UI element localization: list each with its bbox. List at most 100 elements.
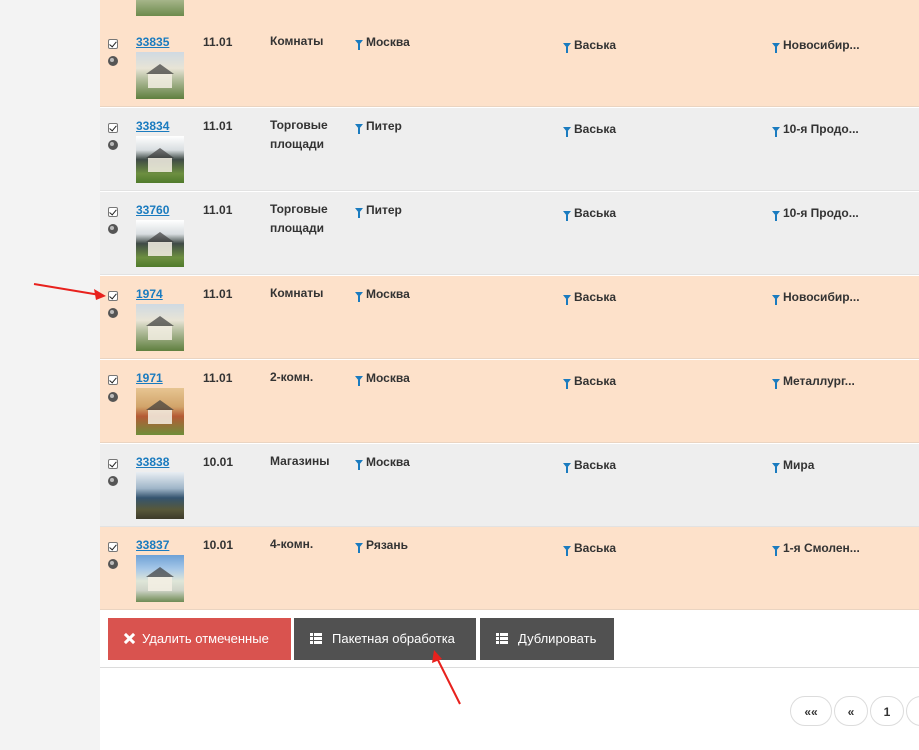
filter-icon: [563, 43, 571, 53]
filter-icon: [355, 124, 363, 134]
street-label: 10-я Продо...: [783, 122, 859, 136]
batch-processing-label: Пакетная обработка: [332, 631, 455, 646]
property-thumbnail[interactable]: [136, 220, 184, 267]
property-thumbnail[interactable]: [136, 304, 184, 351]
delete-selected-button[interactable]: Удалить отмеченные: [108, 618, 291, 660]
agent-label: Васька: [574, 458, 617, 472]
city-label: Москва: [366, 455, 410, 469]
globe-icon[interactable]: [108, 392, 118, 402]
pagination-first-button[interactable]: ««: [790, 696, 832, 726]
duplicate-label: Дублировать: [518, 631, 597, 646]
listing-id-link[interactable]: 33760: [136, 203, 169, 217]
listing-id-link[interactable]: 1971: [136, 371, 163, 385]
city-filter[interactable]: Москва: [355, 287, 410, 302]
property-thumbnail[interactable]: [136, 136, 184, 183]
agent-label: Васька: [574, 290, 617, 304]
street-filter[interactable]: 10-я Продо...: [772, 122, 859, 137]
pagination-page-button[interactable]: 1: [870, 696, 904, 726]
row-checkbox[interactable]: [108, 375, 118, 385]
filter-icon: [355, 292, 363, 302]
listing-id-link[interactable]: 33837: [136, 538, 169, 552]
listing-type: Торговые площади: [270, 118, 328, 151]
listing-date: 11.01: [203, 287, 233, 301]
property-thumbnail[interactable]: [136, 472, 184, 519]
pagination-next-button[interactable]: [906, 696, 919, 726]
listing-id-link[interactable]: 1974: [136, 287, 163, 301]
listing-date: 11.01: [203, 35, 233, 49]
listing-type: Комнаты: [270, 286, 324, 300]
bulk-actions-bar: Удалить отмеченные Пакетная обработка Ду…: [100, 610, 919, 668]
listing-date: 10.01: [203, 538, 234, 552]
row-checkbox[interactable]: [108, 39, 118, 49]
duplicate-button[interactable]: Дублировать: [480, 618, 614, 660]
row-checkbox[interactable]: [108, 459, 118, 469]
globe-icon[interactable]: [108, 476, 118, 486]
pagination-prev-button[interactable]: «: [834, 696, 868, 726]
street-filter[interactable]: 10-я Продо...: [772, 206, 859, 221]
globe-icon[interactable]: [108, 224, 118, 234]
property-thumbnail[interactable]: [136, 555, 184, 602]
filter-icon: [563, 295, 571, 305]
filter-icon: [772, 379, 780, 389]
listing-type: Магазины: [270, 454, 330, 468]
table-row: 33838 10.01 Магазины Москва Васька Мира: [100, 444, 919, 527]
table-row: 1971 11.01 2-комн. Москва Васька Металлу…: [100, 360, 919, 443]
city-filter[interactable]: Питер: [355, 119, 402, 134]
table-row: 1974 11.01 Комнаты Москва Васька Новосиб…: [100, 276, 919, 359]
property-thumbnail[interactable]: [136, 388, 184, 435]
street-label: Новосибир...: [783, 38, 860, 52]
filter-icon: [355, 40, 363, 50]
street-filter[interactable]: Новосибир...: [772, 38, 860, 53]
city-label: Москва: [366, 287, 410, 301]
agent-filter[interactable]: Васька: [563, 458, 617, 473]
agent-filter[interactable]: Васька: [563, 122, 616, 137]
filter-icon: [563, 211, 571, 221]
property-thumbnail[interactable]: [136, 52, 184, 99]
listing-id-link[interactable]: 33835: [136, 35, 169, 49]
agent-label: Васька: [574, 541, 617, 555]
city-label: Рязань: [366, 538, 408, 552]
filter-icon: [355, 460, 363, 470]
listing-id-link[interactable]: 33834: [136, 119, 169, 133]
row-checkbox[interactable]: [108, 207, 118, 217]
city-filter[interactable]: Питер: [355, 203, 402, 218]
globe-icon[interactable]: [108, 308, 118, 318]
listing-date: 10.01: [203, 455, 234, 469]
row-checkbox[interactable]: [108, 123, 118, 133]
list-grid-icon: [310, 633, 322, 644]
agent-label: Васька: [574, 38, 617, 52]
city-filter[interactable]: Москва: [355, 35, 410, 50]
globe-icon[interactable]: [108, 559, 118, 569]
agent-filter[interactable]: Васька: [563, 541, 617, 556]
street-filter[interactable]: Мира: [772, 458, 815, 473]
city-filter[interactable]: Москва: [355, 371, 410, 386]
left-margin: [0, 0, 100, 750]
delete-selected-label: Удалить отмеченные: [142, 631, 269, 646]
filter-icon: [772, 463, 780, 473]
filter-icon: [563, 127, 571, 137]
row-checkbox[interactable]: [108, 291, 118, 301]
street-filter[interactable]: Новосибир...: [772, 290, 860, 305]
filter-icon: [355, 208, 363, 218]
filter-icon: [563, 379, 571, 389]
street-filter[interactable]: 1-я Смолен...: [772, 541, 860, 556]
agent-filter[interactable]: Васька: [563, 374, 616, 389]
city-filter[interactable]: Рязань: [355, 538, 408, 553]
listing-id-link[interactable]: 33838: [136, 455, 169, 469]
agent-filter[interactable]: Васька: [563, 38, 617, 53]
street-filter[interactable]: Металлург...: [772, 374, 855, 389]
agent-filter[interactable]: Васька: [563, 290, 617, 305]
agent-filter[interactable]: Васька: [563, 206, 616, 221]
batch-processing-button[interactable]: Пакетная обработка: [294, 618, 476, 660]
street-label: Новосибир...: [783, 290, 860, 304]
street-label: Мира: [783, 458, 815, 472]
globe-icon[interactable]: [108, 56, 118, 66]
filter-icon: [772, 127, 780, 137]
globe-icon[interactable]: [108, 140, 118, 150]
filter-icon: [772, 546, 780, 556]
row-checkbox[interactable]: [108, 542, 118, 552]
table-row: 33760 11.01 Торговые площади Питер Васьк…: [100, 192, 919, 275]
property-thumbnail[interactable]: [136, 0, 184, 16]
table-row: 33837 10.01 4-комн. Рязань Васька 1-я См…: [100, 527, 919, 610]
city-filter[interactable]: Москва: [355, 455, 410, 470]
